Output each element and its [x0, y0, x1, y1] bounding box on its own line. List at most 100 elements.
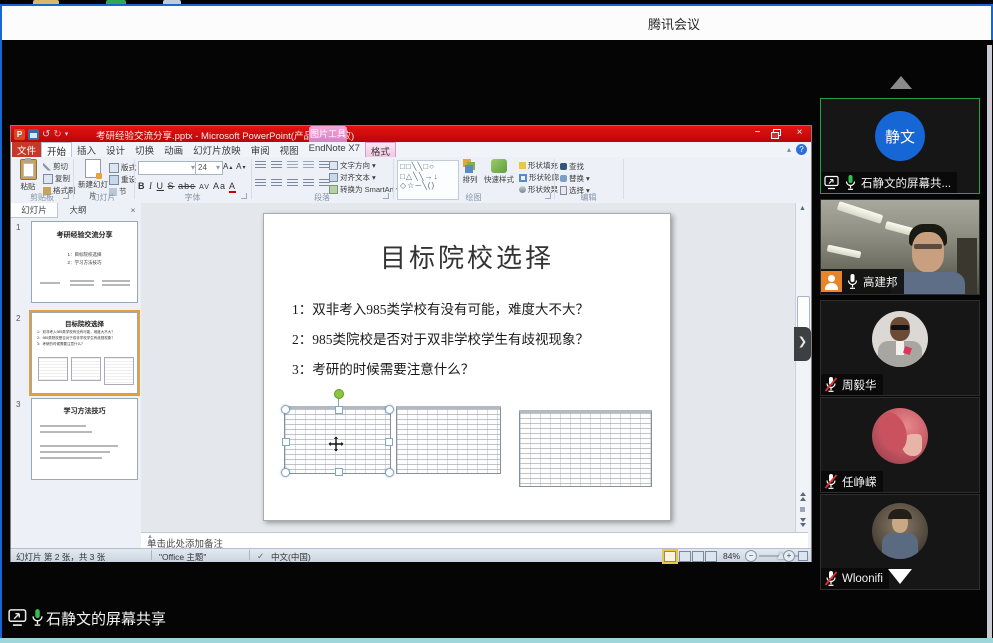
tab-slideshow[interactable]: 幻灯片放映 — [188, 142, 246, 157]
quick-styles-button[interactable]: 快速样式 — [483, 159, 515, 185]
zoom-out-button[interactable]: − — [745, 550, 757, 562]
fit-to-window-button[interactable] — [798, 551, 808, 561]
screen-share-icon — [6, 608, 30, 627]
ppt-logo-icon[interactable]: P — [14, 129, 25, 140]
undo-icon[interactable]: ↺ — [42, 129, 50, 140]
resize-handle[interactable] — [385, 438, 393, 446]
table-image-2[interactable] — [396, 406, 501, 474]
rotation-handle[interactable] — [334, 389, 344, 399]
sidebar-collapse-handle[interactable]: ❯ — [794, 327, 811, 361]
next-slide-button[interactable] — [797, 517, 808, 528]
panel-tab-slides[interactable]: 幻灯片 — [11, 203, 58, 218]
meeting-titlebar[interactable] — [0, 4, 993, 40]
tab-insert[interactable]: 插入 — [72, 142, 101, 157]
font-name-box[interactable]: ▾ — [138, 161, 198, 175]
ppt-titlebar[interactable]: P ↺ ↻ ▾ 考研经验交流分享.pptx - Microsoft PowerP… — [11, 126, 811, 142]
collapse-ribbon-icon[interactable]: ▴ — [787, 145, 791, 154]
browse-object-button[interactable] — [797, 507, 808, 514]
text-direction-button[interactable]: 文字方向 ▾ — [329, 160, 376, 171]
window-controls: − × — [750, 127, 807, 141]
group-label-font: 字体 — [134, 192, 251, 203]
participant-tile[interactable]: 任峥嵘 — [820, 397, 980, 493]
zoom-level[interactable]: 84% — [723, 551, 740, 561]
font-size-box[interactable]: 24▾ — [195, 161, 223, 175]
tab-animations[interactable]: 动画 — [159, 142, 188, 157]
tab-review[interactable]: 审阅 — [246, 142, 275, 157]
slide-bullet[interactable]: 3：考研的时候需要注意什么？ — [292, 358, 474, 378]
list-indent-buttons[interactable] — [255, 161, 333, 170]
resize-handle[interactable] — [385, 468, 394, 477]
align-text-button[interactable]: 对齐文本 ▾ — [329, 172, 376, 183]
notes-pane[interactable]: 单击此处添加备注 ▲▼ — [141, 532, 808, 549]
tab-file[interactable]: 文件 — [12, 142, 41, 157]
save-icon[interactable] — [28, 129, 39, 140]
table-image-3[interactable] — [519, 410, 652, 487]
shape-outline-button[interactable]: 形状轮廓 ▾ — [519, 172, 565, 183]
group-label-drawing: 绘图 — [393, 192, 554, 203]
tab-design[interactable]: 设计 — [101, 142, 130, 157]
resize-handle[interactable] — [282, 438, 290, 446]
slide-thumbnail-1[interactable]: 考研经验交流分享 1：目标院校选择 2：学习方法技巧 — [31, 221, 138, 303]
vertical-scrollbar[interactable]: ▲ — [795, 203, 809, 532]
spellcheck-icon[interactable]: ✓ — [257, 551, 264, 562]
help-icon[interactable]: ? — [796, 144, 807, 155]
slide-bullet[interactable]: 1：双非考入985类学校有没有可能，难度大不大？ — [292, 298, 589, 318]
cut-button[interactable]: 剪切 — [43, 161, 68, 172]
minimize-button[interactable]: − — [750, 127, 765, 141]
notes-scroll-icons[interactable]: ▲▼ — [147, 534, 805, 546]
font-style-buttons[interactable]: B I U S abc AV Aa A — [138, 181, 236, 191]
qat-dropdown-icon[interactable]: ▾ — [65, 129, 69, 140]
tab-view[interactable]: 视图 — [275, 142, 304, 157]
table-image-1-selected[interactable] — [284, 406, 391, 474]
resize-handle[interactable] — [335, 468, 343, 476]
slide-title[interactable]: 目标院校选择 — [264, 238, 670, 275]
sidebar-scroll-track[interactable] — [987, 45, 992, 638]
restore-button[interactable] — [771, 127, 786, 141]
theme-name: "Office 主题" — [159, 551, 206, 563]
tab-format[interactable]: 格式 — [365, 142, 396, 157]
participants-scroll-up-icon[interactable] — [890, 76, 912, 89]
paste-button[interactable]: 粘贴 — [15, 159, 41, 192]
panel-tab-outline[interactable]: 大纲 — [58, 203, 98, 217]
slide-editing-area[interactable]: 目标院校选择 1：双非考入985类学校有没有可能，难度大不大？ 2：985类院校… — [263, 213, 671, 521]
slide-canvas[interactable]: 目标院校选择 1：双非考入985类学校有没有可能，难度大不大？ 2：985类院校… — [141, 203, 795, 532]
grow-shrink-font[interactable]: A▴ A▾ — [223, 162, 247, 171]
language-indicator[interactable]: 中文(中国) — [271, 551, 311, 563]
shape-fill-button[interactable]: 形状填充 ▾ — [519, 160, 564, 171]
reading-view-button[interactable] — [692, 551, 704, 562]
close-button[interactable]: × — [792, 127, 807, 141]
slideshow-button[interactable] — [705, 551, 717, 562]
scroll-up-icon[interactable]: ▲ — [797, 205, 808, 212]
replace-button[interactable]: 替换 ▾ — [560, 173, 590, 184]
slide-thumbnail-3[interactable]: 学习方法技巧 — [31, 398, 138, 480]
picture-tools-group[interactable]: 图片工具 — [309, 126, 347, 142]
resize-handle[interactable] — [335, 406, 343, 414]
redo-icon[interactable]: ↻ — [53, 129, 61, 140]
copy-button[interactable]: 复制 — [43, 173, 70, 184]
find-button[interactable]: 查找 — [560, 161, 584, 172]
slide-bullet[interactable]: 2：985类院校是否对于双非学校学生有歧视现象？ — [292, 328, 589, 348]
slide-thumbnail-2-selected[interactable]: 目标院校选择 1：双非考入985类学校有没有可能，难度大不大？ 2：985类院校… — [31, 312, 138, 394]
arrange-button[interactable]: 排列 — [459, 159, 481, 185]
resize-handle[interactable] — [281, 468, 290, 477]
ribbon: 粘贴 剪切 复制 格式刷 剪贴板 新建幻灯片 版式 重设 节 幻灯片 ▾ 24▾ — [11, 157, 811, 203]
participant-tile[interactable]: 周毅华 — [820, 300, 980, 396]
participants-scroll-down-icon[interactable] — [888, 569, 912, 584]
previous-slide-button[interactable] — [797, 491, 808, 502]
alignment-buttons[interactable] — [255, 179, 333, 188]
zoom-in-button[interactable]: + — [783, 550, 795, 562]
panel-close-icon[interactable]: × — [127, 203, 139, 217]
layout-button[interactable]: 版式 — [109, 162, 136, 173]
reset-button[interactable]: 重设 — [109, 174, 136, 185]
participant-tile-sharer[interactable]: 静文 石静文的屏幕共... — [820, 98, 980, 194]
participant-tile-video[interactable]: 高建邦 — [820, 199, 980, 295]
slide-sorter-button[interactable] — [679, 551, 691, 562]
resize-handle[interactable] — [281, 405, 290, 414]
tab-endnote[interactable]: EndNote X7 — [304, 142, 365, 157]
resize-handle[interactable] — [385, 405, 394, 414]
tab-home[interactable]: 开始 — [41, 142, 72, 157]
tab-transitions[interactable]: 切换 — [130, 142, 159, 157]
move-cursor-icon — [327, 435, 345, 453]
meeting-title: 腾讯会议 — [648, 14, 700, 33]
normal-view-button[interactable] — [664, 551, 676, 562]
